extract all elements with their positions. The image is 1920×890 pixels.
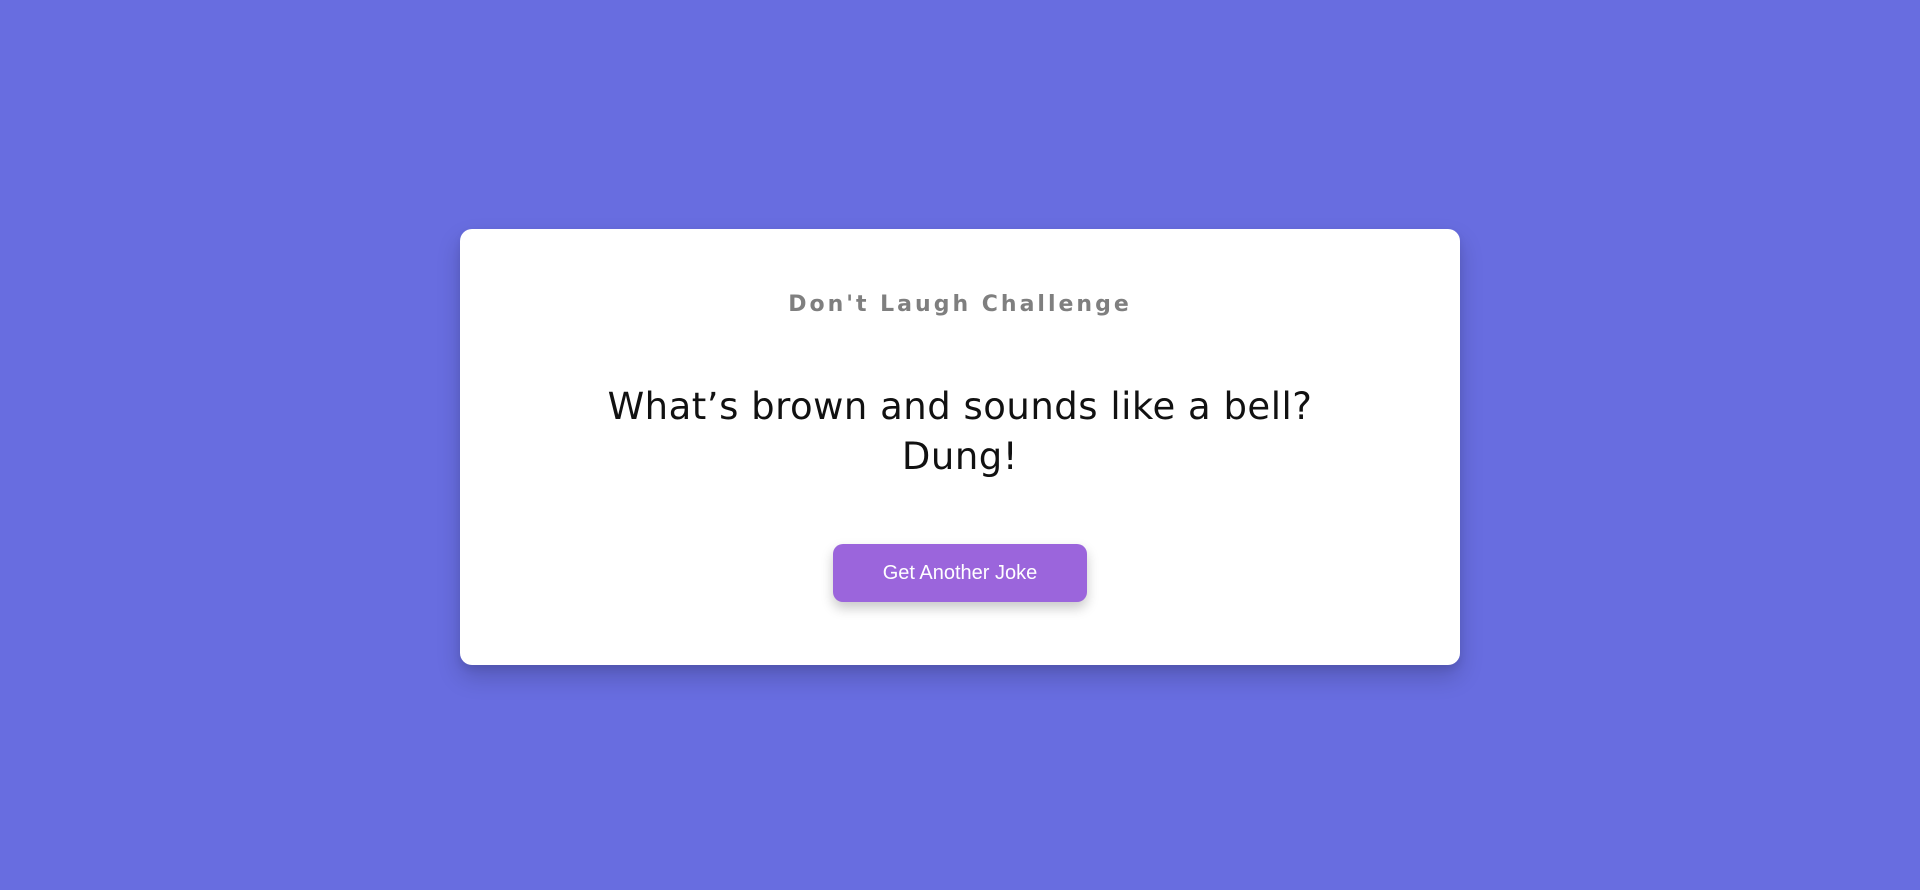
joke-punchline: Dung!	[901, 435, 1019, 478]
get-another-joke-button[interactable]: Get Another Joke	[833, 544, 1087, 602]
joke-card: Don't Laugh Challenge What’s brown and s…	[460, 229, 1460, 665]
joke-text: What’s brown and sounds like a bell? Dun…	[500, 382, 1420, 482]
app-title: Don't Laugh Challenge	[788, 292, 1132, 317]
joke-setup: What’s brown and sounds like a bell?	[607, 385, 1313, 428]
